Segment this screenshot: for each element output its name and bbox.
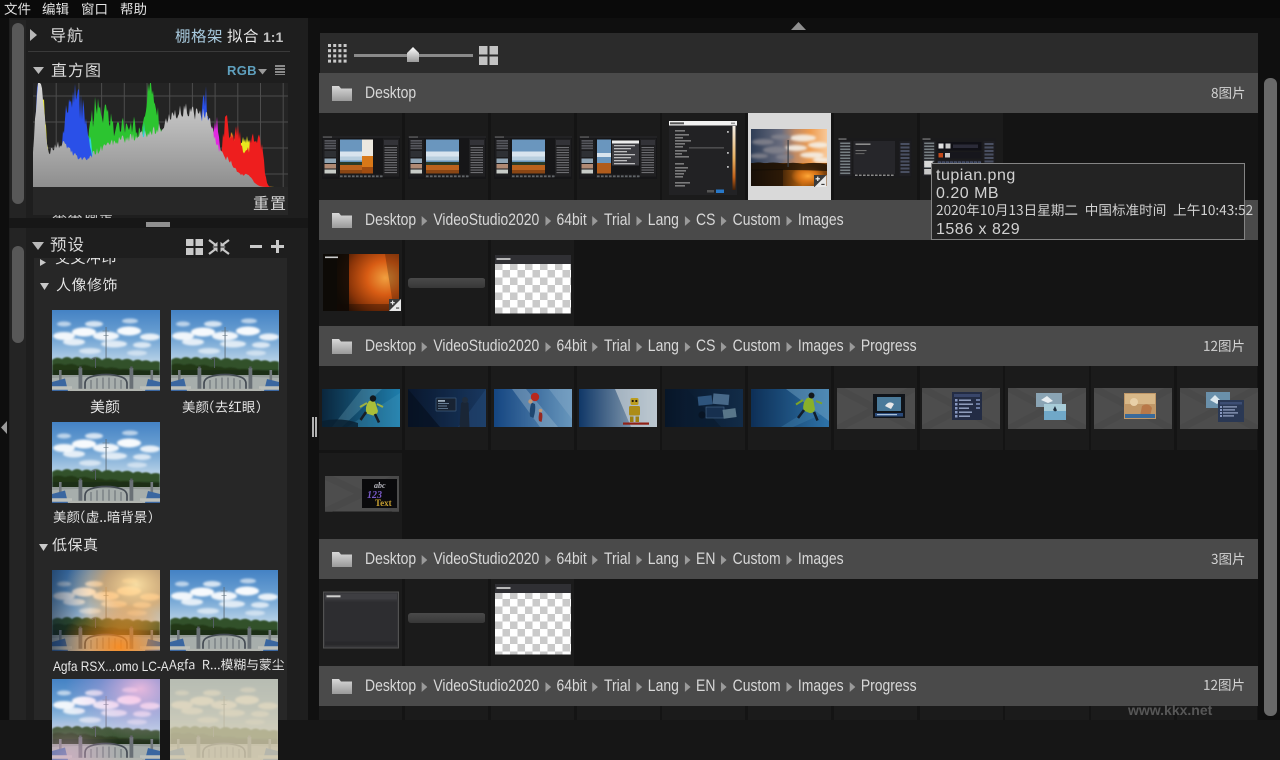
svg-text:Text: Text (375, 498, 392, 508)
svg-text:abc: abc (374, 481, 386, 490)
